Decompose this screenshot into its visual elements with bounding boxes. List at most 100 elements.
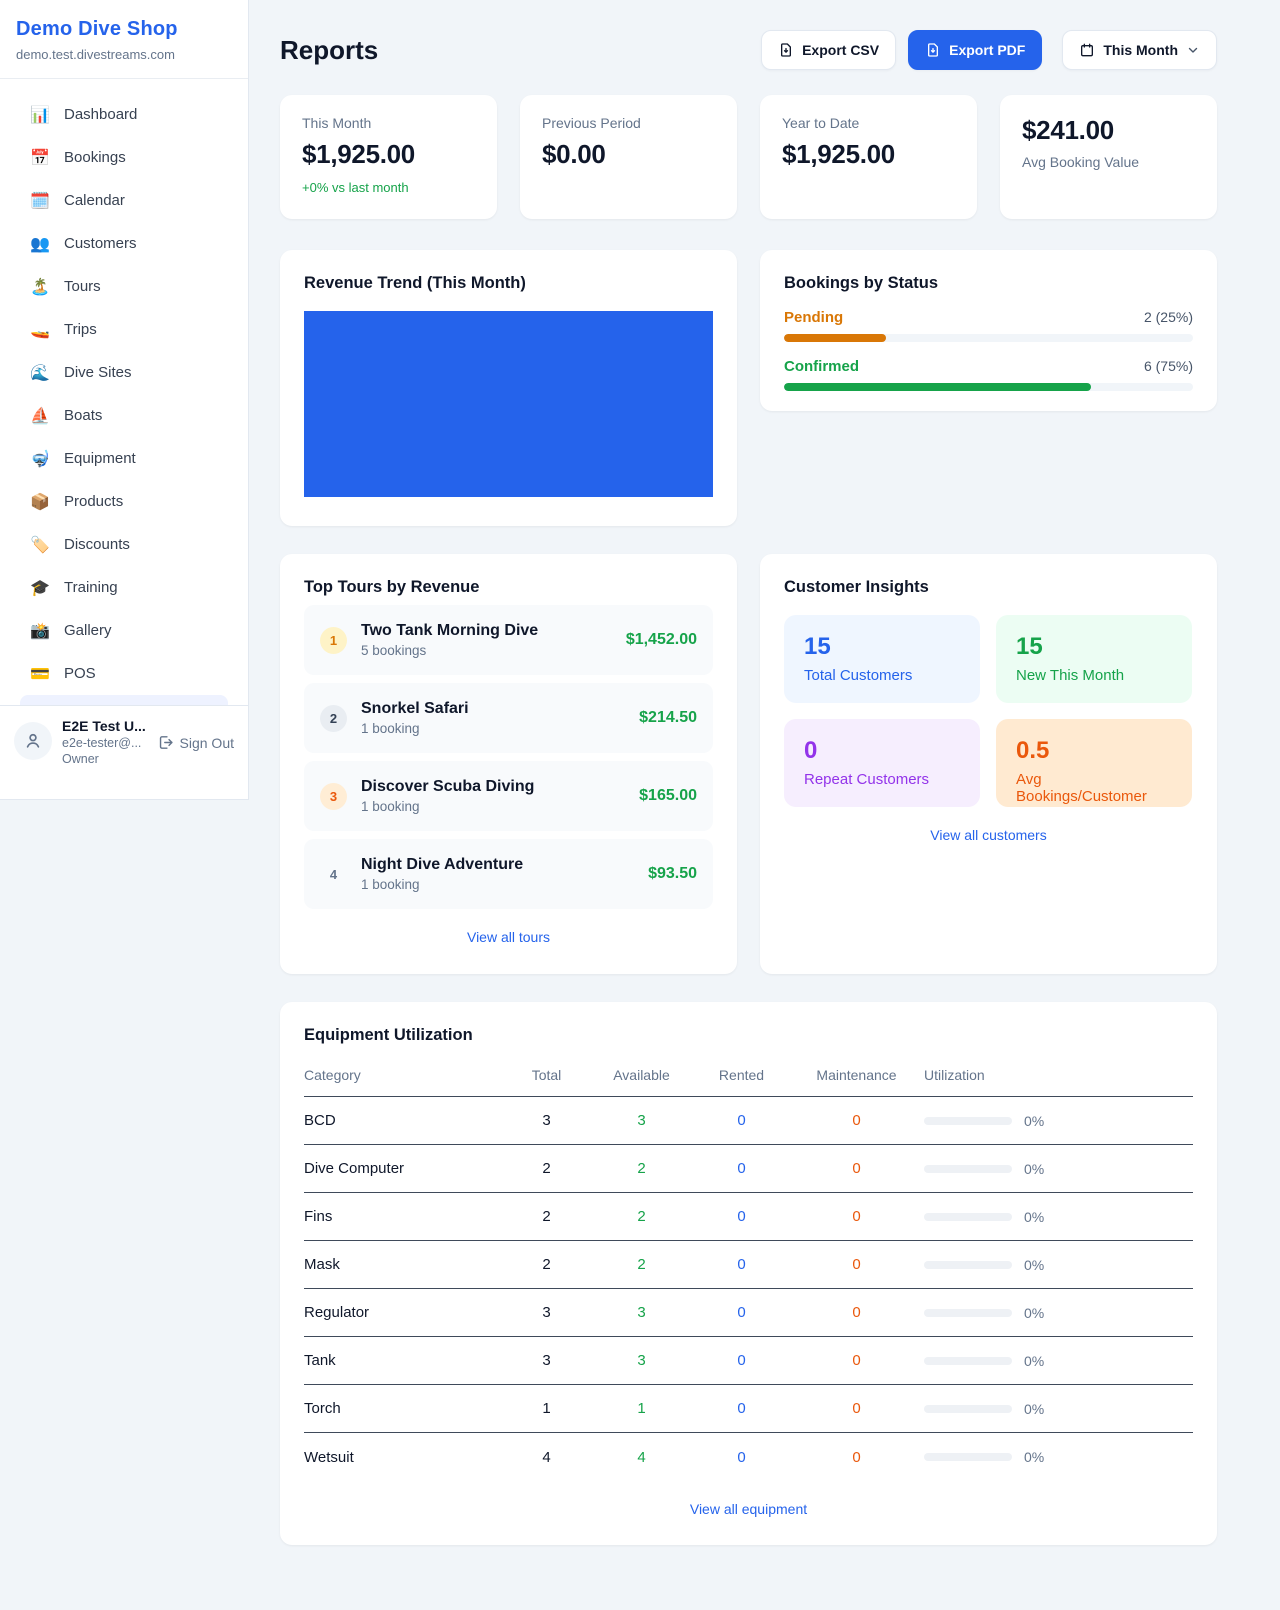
cell-category: Regulator: [304, 1304, 504, 1321]
person-icon: [23, 731, 43, 751]
sidebar-item-bookings[interactable]: 📅 Bookings: [10, 136, 238, 179]
insight-tile-repeat-customers: 0 Repeat Customers: [784, 719, 980, 807]
calendar-icon: [1079, 42, 1095, 58]
cell-category: Mask: [304, 1256, 504, 1273]
cell-rented: 0: [694, 1352, 789, 1369]
top-tours-title: Top Tours by Revenue: [304, 578, 713, 597]
customer-insights-title: Customer Insights: [784, 578, 1193, 597]
export-csv-button[interactable]: Export CSV: [761, 30, 896, 70]
cell-total: 2: [504, 1208, 589, 1225]
avatar: [14, 722, 52, 760]
sidebar-nav: 📊Dashboard 📅 Bookings 🗓️ Calendar 👥 Custome…: [0, 79, 248, 705]
cell-maintenance: 0: [789, 1352, 924, 1369]
status-row-pending: Pending 2 (25%): [784, 309, 1193, 342]
revenue-trend-card: Revenue Trend (This Month): [280, 250, 737, 526]
tile-label: Total Customers: [804, 667, 960, 684]
export-csv-label: Export CSV: [802, 42, 879, 58]
status-row-confirmed: Confirmed 6 (75%): [784, 358, 1193, 391]
progress-track: [784, 383, 1193, 391]
cell-total: 2: [504, 1256, 589, 1273]
cell-available: 2: [589, 1256, 694, 1273]
rank-badge: 3: [320, 783, 347, 810]
speedboat-icon: 🚤: [30, 320, 50, 340]
sidebar-item-label: Bookings: [64, 149, 126, 166]
cell-total: 2: [504, 1160, 589, 1177]
sidebar-item-reports-partial[interactable]: [20, 695, 228, 705]
stat-value: $0.00: [542, 139, 715, 170]
cell-total: 3: [504, 1112, 589, 1129]
sign-out-icon: [157, 734, 174, 751]
tour-row: 1 Two Tank Morning Dive5 bookings $1,452…: [304, 605, 713, 675]
cell-maintenance: 0: [789, 1112, 924, 1129]
calendar-icon: 🗓️: [30, 191, 50, 211]
sidebar-item-boats[interactable]: ⛵Boats: [10, 394, 238, 437]
tour-bookings: 1 booking: [361, 877, 523, 892]
sidebar-item-label: Calendar: [64, 192, 125, 209]
user-name: E2E Test U...: [62, 718, 146, 734]
cell-maintenance: 0: [789, 1256, 924, 1273]
stat-delta: +0% vs last month: [302, 180, 475, 195]
table-row: Wetsuit 4 4 0 0 0%: [304, 1433, 1193, 1481]
brand-name: Demo Dive Shop: [16, 18, 232, 41]
island-icon: 🏝️: [30, 277, 50, 297]
cell-rented: 0: [694, 1208, 789, 1225]
utilization-percent: 0%: [1024, 1305, 1044, 1321]
cell-available: 1: [589, 1400, 694, 1417]
utilization-track: [924, 1165, 1012, 1173]
tour-row: 2 Snorkel Safari1 booking $214.50: [304, 683, 713, 753]
cell-rented: 0: [694, 1160, 789, 1177]
sidebar-item-gallery[interactable]: 📸Gallery: [10, 609, 238, 652]
column-header: Utilization: [924, 1067, 1193, 1083]
rank-badge: 4: [320, 861, 347, 888]
sign-out-button[interactable]: Sign Out: [157, 734, 234, 751]
view-all-customers-link[interactable]: View all customers: [784, 827, 1193, 843]
period-dropdown[interactable]: This Month: [1062, 30, 1217, 70]
tile-label: Repeat Customers: [804, 771, 960, 788]
customers-icon: 👥: [30, 234, 50, 254]
tour-row: 3 Discover Scuba Diving1 booking $165.00: [304, 761, 713, 831]
cell-maintenance: 0: [789, 1449, 924, 1466]
sidebar-item-equipment[interactable]: 🤿Equipment: [10, 437, 238, 480]
sidebar-item-discounts[interactable]: 🏷️Discounts: [10, 523, 238, 566]
bookings-by-status-title: Bookings by Status: [784, 274, 1193, 293]
view-all-tours-link[interactable]: View all tours: [304, 929, 713, 945]
stat-card-previous-period: Previous Period $0.00: [520, 95, 737, 219]
cell-category: Tank: [304, 1352, 504, 1369]
sidebar-item-dashboard[interactable]: 📊Dashboard: [10, 93, 238, 136]
stat-label: Year to Date: [782, 115, 955, 131]
sign-out-label: Sign Out: [180, 735, 234, 751]
tour-amount: $214.50: [639, 709, 697, 727]
sidebar-item-label: Customers: [64, 235, 137, 252]
sidebar-item-tours[interactable]: 🏝️Tours: [10, 265, 238, 308]
cell-maintenance: 0: [789, 1208, 924, 1225]
sidebar-item-label: Boats: [64, 407, 102, 424]
cell-category: Dive Computer: [304, 1160, 504, 1177]
sidebar-item-customers[interactable]: 👥 Customers: [10, 222, 238, 265]
table-row: Tank 3 3 0 0 0%: [304, 1337, 1193, 1385]
sidebar-item-pos[interactable]: 💳POS: [10, 652, 238, 695]
user-email: e2e-tester@...: [62, 736, 146, 750]
utilization-track: [924, 1213, 1012, 1221]
sidebar-item-trips[interactable]: 🚤Trips: [10, 308, 238, 351]
cell-rented: 0: [694, 1112, 789, 1129]
progress-track: [784, 334, 1193, 342]
utilization-track: [924, 1357, 1012, 1365]
export-pdf-button[interactable]: Export PDF: [908, 30, 1042, 70]
stat-cards-row: This Month $1,925.00 +0% vs last month P…: [280, 95, 1217, 219]
utilization-percent: 0%: [1024, 1353, 1044, 1369]
sidebar-item-label: Training: [64, 579, 118, 596]
column-header: Rented: [694, 1067, 789, 1083]
diving-mask-icon: 🤿: [30, 449, 50, 469]
status-value: 6 (75%): [1144, 358, 1193, 374]
cell-total: 4: [504, 1449, 589, 1466]
cell-category: Fins: [304, 1208, 504, 1225]
sidebar-item-dive-sites[interactable]: 🌊Dive Sites: [10, 351, 238, 394]
sidebar-item-products[interactable]: 📦Products: [10, 480, 238, 523]
view-all-equipment-link[interactable]: View all equipment: [304, 1501, 1193, 1517]
sidebar-item-training[interactable]: 🎓Training: [10, 566, 238, 609]
export-pdf-label: Export PDF: [949, 42, 1025, 58]
bookings-calendar-icon: 📅: [30, 148, 50, 168]
chevron-down-icon: [1186, 43, 1200, 57]
cell-rented: 0: [694, 1304, 789, 1321]
sidebar-item-calendar[interactable]: 🗓️ Calendar: [10, 179, 238, 222]
